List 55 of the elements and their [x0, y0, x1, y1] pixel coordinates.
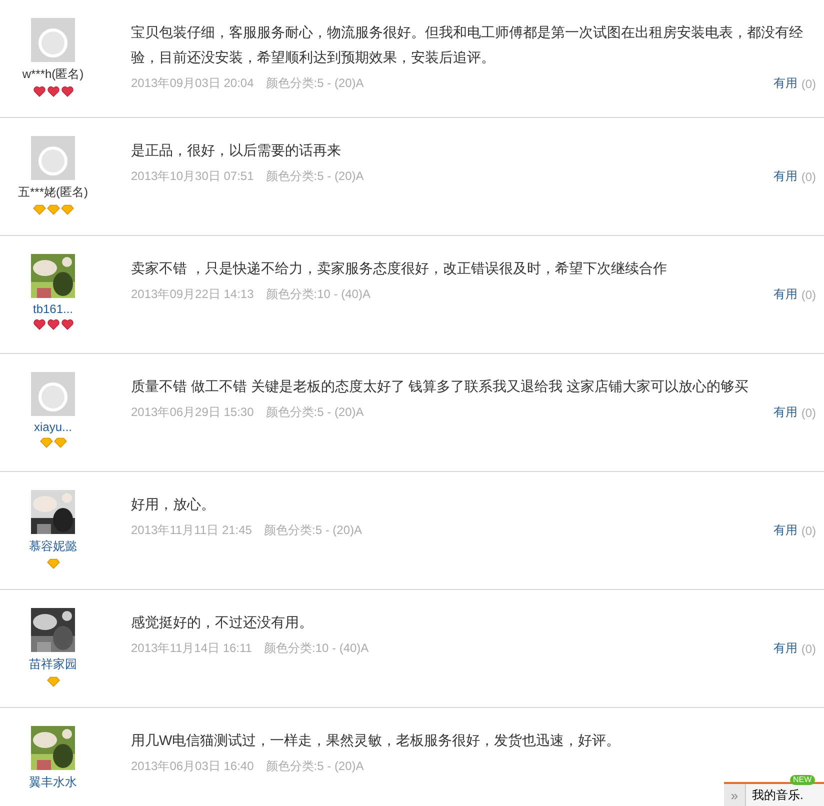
review-date: 2013年11月11日 21:45 — [131, 522, 252, 539]
review-text: 感觉挺好的，不过还没有用。 — [131, 613, 314, 632]
review-date: 2013年11月14日 16:11 — [131, 640, 252, 657]
helpful-count: (0) — [801, 642, 816, 656]
heart-icon — [46, 86, 60, 97]
product-variant: 颜色分类:5 - (20)A — [266, 75, 364, 92]
product-variant: 颜色分类:5 - (20)A — [266, 758, 364, 775]
username[interactable]: tb161... — [32, 302, 74, 316]
diamond-icon — [32, 204, 46, 215]
diamond-icon — [40, 437, 52, 448]
helpful-link[interactable]: 有用 — [773, 404, 798, 421]
diamond-icon — [46, 204, 60, 215]
heart-icon — [46, 319, 60, 330]
helpful-count: (0) — [801, 76, 816, 90]
review-text: 宝贝包装仔细，客服服务耐心，物流服务很好。但我和电工师傅都是第一次试图在出租房安装电表，都没有经验，目前还没安装，希望顺利达到预期效果，安装后追评。 — [131, 23, 804, 67]
new-badge: NEW — [790, 775, 815, 785]
heart-icon — [60, 86, 74, 97]
product-variant: 颜色分类:5 - (20)A — [264, 522, 362, 539]
username: 五***姥(匿名) — [18, 184, 88, 201]
product-variant: 颜色分类:5 - (20)A — [266, 168, 364, 185]
helpful-link[interactable]: 有用 — [773, 75, 798, 92]
username[interactable]: 翼丰水水 — [29, 774, 77, 791]
product-variant: 颜色分类:10 - (40)A — [264, 640, 369, 657]
review-text: 用几W电信猫测试过，一样走，果然灵敏，老板服务很好，发货也迅速，好评。 — [131, 731, 622, 750]
heart-icon — [32, 319, 46, 330]
helpful-link[interactable]: 有用 — [773, 640, 798, 657]
review-text: 质量不错 做工不错 关键是老板的态度太好了 钱算多了联系我又退给我 这家店铺大家可以放心的够买 — [131, 377, 750, 396]
diamond-icon — [54, 437, 66, 448]
diamond-icon — [60, 204, 74, 215]
username[interactable]: xiayu... — [34, 420, 72, 434]
review-text: 好用，放心。 — [131, 495, 216, 514]
heart-icon — [32, 86, 46, 97]
helpful-count: (0) — [801, 288, 816, 302]
helpful-count: (0) — [801, 170, 816, 184]
product-variant: 颜色分类:5 - (20)A — [266, 404, 364, 421]
helpful-link[interactable]: 有用 — [773, 286, 798, 303]
username[interactable]: 苗祥家园 — [29, 656, 77, 673]
heart-icon — [60, 319, 74, 330]
diamond-icon — [46, 558, 60, 569]
username[interactable]: 慕容妮懿 — [29, 538, 77, 555]
review-date: 2013年09月22日 14:13 — [131, 286, 254, 303]
review-date: 2013年06月03日 16:40 — [131, 758, 254, 775]
review-text: 卖家不错 ，只是快递不给力，卖家服务态度很好，改正错误很及时，希望下次继续合作 — [131, 259, 668, 278]
music-label[interactable]: 我的音乐. — [752, 786, 804, 804]
username: w***h(匿名) — [22, 66, 84, 83]
review-date: 2013年09月03日 20:04 — [131, 75, 254, 92]
helpful-link[interactable]: 有用 — [773, 168, 798, 185]
helpful-count: (0) — [801, 524, 816, 538]
review-date: 2013年06月29日 15:30 — [131, 404, 254, 421]
diamond-icon — [46, 676, 60, 687]
helpful-count: (0) — [801, 406, 816, 420]
review-text: 是正品，很好，以后需要的话再来 — [131, 141, 342, 160]
review-date: 2013年10月30日 07:51 — [131, 168, 254, 185]
helpful-link[interactable]: 有用 — [773, 522, 798, 539]
product-variant: 颜色分类:10 - (40)A — [266, 286, 370, 303]
